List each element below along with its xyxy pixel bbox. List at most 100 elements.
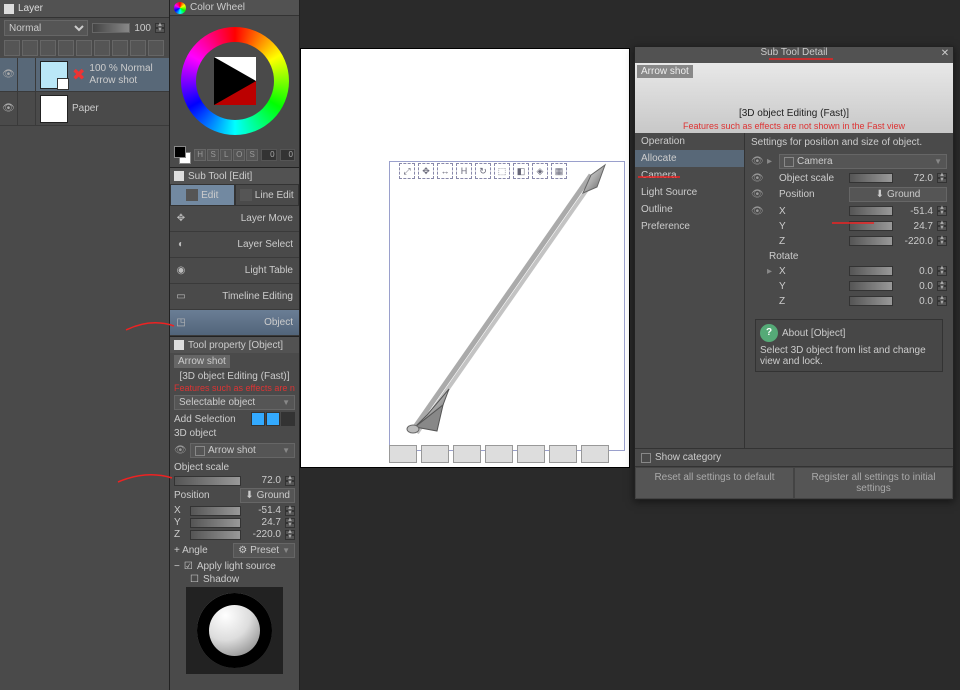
o-button[interactable]: O (233, 149, 245, 161)
canvas-btn[interactable] (389, 445, 417, 463)
tab-line-edit[interactable]: Line Edit (235, 184, 300, 206)
pos-z-spinner[interactable]: ▲▼ (285, 530, 295, 540)
spinner[interactable]: ▲▼ (937, 296, 947, 306)
checkbox-icon[interactable]: ☐ (190, 574, 199, 585)
layer-tool-btn[interactable] (4, 40, 20, 56)
pos-z-slider[interactable] (190, 530, 241, 540)
rot-z-slider[interactable] (849, 296, 893, 306)
layer-tool-btn[interactable] (76, 40, 92, 56)
subtool-object[interactable]: ◳Object (170, 310, 299, 336)
checkbox-icon[interactable] (784, 157, 794, 167)
eye-icon[interactable]: 👁 (751, 172, 763, 184)
angle-expand[interactable]: + Angle (174, 545, 208, 556)
canvas-btn[interactable] (549, 445, 577, 463)
preset-button[interactable]: ⚙Preset▼ (233, 543, 295, 558)
arrow-3d-object[interactable] (397, 157, 617, 453)
l-button[interactable]: L (220, 149, 232, 161)
caret-icon[interactable]: ▸ (767, 156, 775, 167)
layer-row-arrow-shot[interactable]: 👁 ✖ 100 % Normal Arrow shot (0, 58, 169, 92)
pos-x-slider[interactable] (190, 506, 241, 516)
s-button[interactable]: S (207, 149, 219, 161)
sel-new-icon[interactable] (251, 412, 265, 426)
layer-tool-btn[interactable] (94, 40, 110, 56)
pos-y-spinner[interactable]: ▲▼ (285, 518, 295, 528)
spinner[interactable]: ▲▼ (937, 236, 947, 246)
canvas-btn[interactable] (485, 445, 513, 463)
camera-dropdown[interactable]: Camera▼ (779, 154, 947, 169)
layer-tool-btn[interactable] (58, 40, 74, 56)
opacity-slider[interactable] (92, 23, 130, 33)
pos-y-slider[interactable] (849, 221, 893, 231)
layer-tool-btn[interactable] (112, 40, 128, 56)
cat-camera[interactable]: Camera (635, 167, 744, 184)
reset-button[interactable]: Reset all settings to default (635, 467, 794, 499)
lock-col[interactable] (18, 92, 36, 125)
subtool-layer-select[interactable]: ◐Layer Select (170, 232, 299, 258)
detail-titlebar[interactable]: Sub Tool Detail ✕ (635, 47, 953, 63)
eye-icon[interactable]: 👁 (751, 156, 763, 168)
eye-icon[interactable]: 👁 (174, 445, 186, 457)
spinner[interactable]: ▲▼ (937, 221, 947, 231)
light-preview[interactable] (186, 587, 283, 674)
canvas-btn[interactable] (421, 445, 449, 463)
spinner[interactable]: ▲▼ (937, 281, 947, 291)
cat-operation[interactable]: Operation (635, 133, 744, 150)
subtool-timeline[interactable]: ▭Timeline Editing (170, 284, 299, 310)
subtool-layer-move[interactable]: ✥Layer Move (170, 206, 299, 232)
register-button[interactable]: Register all settings to initial setting… (794, 467, 953, 499)
selection-mode-swatches[interactable] (251, 412, 295, 426)
checkbox-icon[interactable]: ☑ (184, 561, 193, 572)
canvas[interactable]: ⤢ ✥ ↔ H ↻ ⬚ ◧ ◈ ▦ (300, 48, 630, 468)
selectable-object-drop[interactable]: Selectable object▼ (174, 395, 295, 410)
eye-icon[interactable]: 👁 (751, 205, 763, 217)
canvas-btn[interactable] (581, 445, 609, 463)
sel-add-icon[interactable] (266, 412, 280, 426)
cat-preference[interactable]: Preference (635, 218, 744, 235)
pos-y-slider[interactable] (190, 518, 241, 528)
s2-button[interactable]: S (246, 149, 258, 161)
rot-y-slider[interactable] (849, 281, 893, 291)
visibility-icon[interactable]: 👁 (0, 58, 18, 91)
blend-mode-select[interactable]: Normal (4, 20, 88, 36)
show-category-label: Show category (655, 452, 721, 463)
scale-slider[interactable] (174, 476, 241, 486)
opacity-spinner[interactable]: ▲▼ (155, 23, 165, 33)
pos-x-slider[interactable] (849, 206, 893, 216)
checkbox-icon[interactable] (195, 446, 205, 456)
visibility-icon[interactable]: 👁 (0, 92, 18, 125)
eye-icon[interactable]: 👁 (751, 189, 763, 201)
caret-icon[interactable]: ▸ (767, 266, 775, 277)
subtool-light-table[interactable]: ◉Light Table (170, 258, 299, 284)
fg-bg-swatch[interactable] (174, 146, 191, 164)
layer-tool-btn[interactable] (40, 40, 56, 56)
layer-tool-btn[interactable] (148, 40, 164, 56)
sel-sub-icon[interactable] (281, 412, 295, 426)
canvas-btn[interactable] (453, 445, 481, 463)
scale-slider[interactable] (849, 173, 893, 183)
pos-x-spinner[interactable]: ▲▼ (285, 506, 295, 516)
sv-triangle[interactable] (214, 57, 256, 105)
tab-edit[interactable]: Edit (170, 184, 235, 206)
layer-tool-btn[interactable] (130, 40, 146, 56)
hue-ring[interactable] (181, 27, 289, 135)
scale-spinner[interactable]: ▲▼ (285, 476, 295, 486)
scale-spinner[interactable]: ▲▼ (937, 173, 947, 183)
rot-x-slider[interactable] (849, 266, 893, 276)
cat-outline[interactable]: Outline (635, 201, 744, 218)
canvas-btn[interactable] (517, 445, 545, 463)
ground-button[interactable]: ⬇Ground (849, 187, 947, 202)
close-icon[interactable]: ✕ (939, 48, 951, 60)
cat-light-source[interactable]: Light Source (635, 184, 744, 201)
layer-tool-btn[interactable] (22, 40, 38, 56)
lock-col[interactable] (18, 58, 36, 91)
layer-row-paper[interactable]: 👁 Paper (0, 92, 169, 126)
pos-z-slider[interactable] (849, 236, 893, 246)
h-button[interactable]: H (194, 149, 206, 161)
spinner[interactable]: ▲▼ (937, 266, 947, 276)
expand-icon[interactable]: − (174, 561, 180, 572)
checkbox-icon[interactable] (641, 453, 651, 463)
spinner[interactable]: ▲▼ (937, 206, 947, 216)
ground-button[interactable]: ⬇Ground (240, 488, 295, 503)
cat-allocate[interactable]: Allocate (635, 150, 744, 167)
object-name-drop[interactable]: Arrow shot ▼ (190, 443, 295, 458)
